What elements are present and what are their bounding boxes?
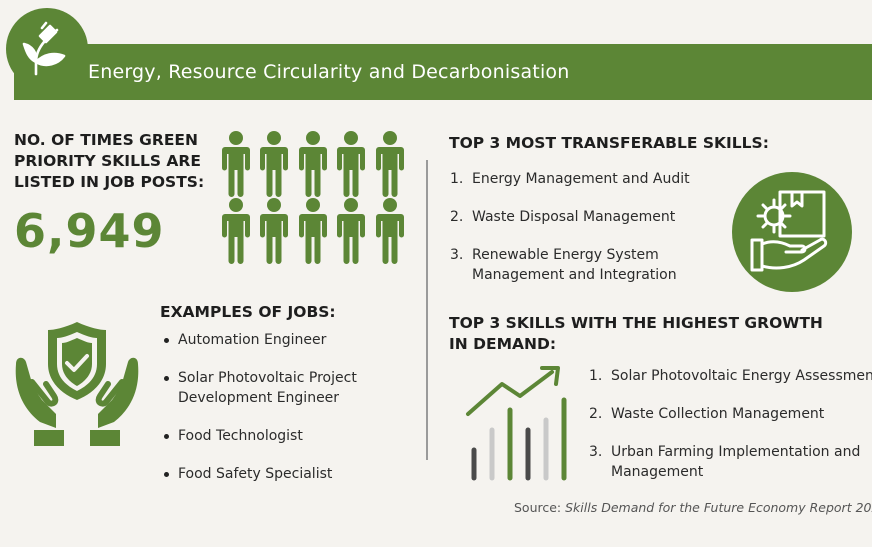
gear-box-hand-icon [732, 172, 852, 292]
list-number: 3. [450, 247, 464, 263]
source-title: Skills Demand for the Future Economy Rep… [565, 500, 872, 515]
person-icon [376, 131, 404, 197]
stat-heading: NO. OF TIMES GREEN PRIORITY SKILLS ARE L… [14, 130, 214, 193]
list-item: Automation Engineer [162, 330, 357, 350]
job-label: Solar Photovoltaic Project [178, 370, 357, 386]
source-note: Source: Skills Demand for the Future Eco… [514, 500, 872, 515]
list-item: 2. Waste Disposal Management [450, 207, 690, 227]
list-number: 1. [450, 171, 464, 187]
shield-check-hands-icon [15, 322, 139, 446]
skill-label: Renewable Energy System [472, 247, 659, 263]
person-icon [299, 131, 327, 197]
transferable-list: 1. Energy Management and Audit 2. Waste Di… [450, 169, 690, 285]
skill-label: Management and Integration [472, 267, 677, 283]
list-number: 3. [589, 444, 603, 460]
jobs-list: Automation Engineer Solar Photovoltaic P… [162, 330, 357, 502]
job-label: Food Safety Specialist [178, 466, 333, 482]
source-prefix: Source: [514, 500, 566, 515]
skill-label: Urban Farming Implementation and [611, 444, 861, 460]
list-item: Solar Photovoltaic Project Development En… [162, 368, 357, 408]
person-icon [376, 198, 404, 264]
person-icon [299, 198, 327, 264]
list-item: 3. Urban Farming Implementation and Manage… [589, 442, 872, 482]
person-icon [222, 131, 250, 197]
stat-heading-line: NO. OF TIMES GREEN [14, 131, 198, 149]
job-label: Automation Engineer [178, 332, 327, 348]
growth-heading: TOP 3 SKILLS WITH THE HIGHEST GROWTH IN … [449, 313, 823, 355]
page-title: Energy, Resource Circularity and Decarbo… [88, 61, 570, 83]
growth-list: 1. Solar Photovoltaic Energy Assessment 2… [589, 366, 872, 482]
stat-heading-line: LISTED IN JOB POSTS: [14, 173, 205, 191]
list-number: 2. [450, 209, 464, 225]
person-icon [260, 198, 288, 264]
list-item: Food Safety Specialist [162, 464, 357, 484]
list-item: 1. Solar Photovoltaic Energy Assessment [589, 366, 872, 386]
header-banner: Energy, Resource Circularity and Decarbo… [14, 44, 872, 100]
list-number: 1. [589, 368, 603, 384]
growth-heading-line: IN DEMAND: [449, 335, 557, 353]
person-icon [260, 131, 288, 197]
column-divider [426, 160, 428, 460]
job-label: Development Engineer [178, 390, 340, 406]
skill-label: Waste Disposal Management [472, 209, 676, 225]
list-item: Food Technologist [162, 426, 357, 446]
logo-badge [6, 8, 88, 90]
person-icon [222, 198, 250, 264]
skill-label: Solar Photovoltaic Energy Assessment [611, 368, 872, 384]
person-icon [337, 198, 365, 264]
transferable-heading: TOP 3 MOST TRANSFERABLE SKILLS: [449, 134, 769, 152]
growth-heading-line: TOP 3 SKILLS WITH THE HIGHEST GROWTH [449, 314, 823, 332]
list-item: 3. Renewable Energy System Management and … [450, 245, 690, 285]
jobs-heading: EXAMPLES OF JOBS: [160, 303, 336, 321]
stat-heading-line: PRIORITY SKILLS ARE [14, 152, 201, 170]
skill-label: Energy Management and Audit [472, 171, 690, 187]
plug-leaf-icon [22, 21, 66, 76]
list-item: 1. Energy Management and Audit [450, 169, 690, 189]
people-grid [222, 131, 404, 264]
list-item: 2. Waste Collection Management [589, 404, 872, 424]
growth-chart-icon [466, 366, 567, 481]
stat-value: 6,949 [14, 204, 165, 258]
list-number: 2. [589, 406, 603, 422]
person-icon [337, 131, 365, 197]
job-label: Food Technologist [178, 428, 303, 444]
skill-label: Waste Collection Management [611, 406, 825, 422]
skill-label: Management [611, 464, 704, 480]
